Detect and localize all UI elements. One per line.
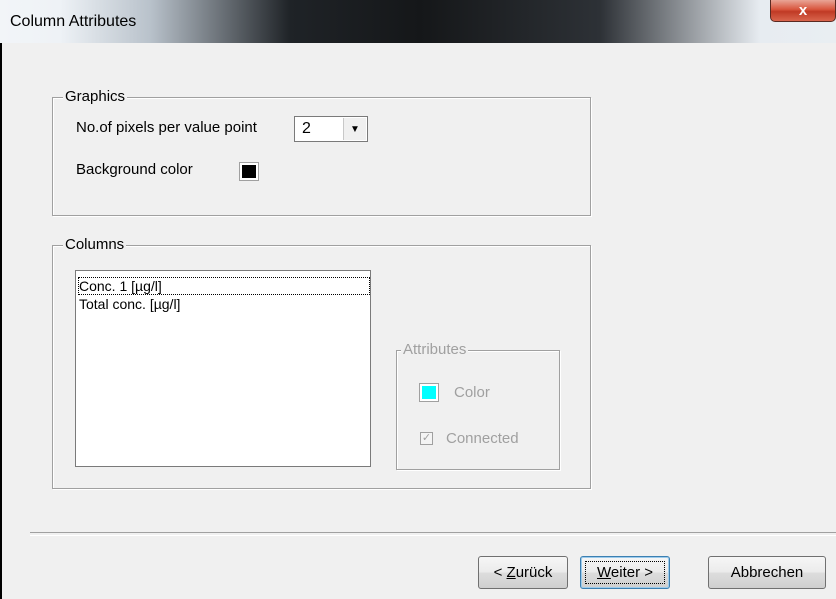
graphics-group: Graphics [52,88,591,216]
attributes-group-label: Attributes [401,341,469,358]
focus-ring [585,561,665,584]
back-button[interactable]: < Zurück [478,556,568,589]
column-color-button[interactable] [419,383,439,402]
chevron-down-icon[interactable]: ▼ [343,118,366,140]
list-item[interactable]: Conc. 1 [µg/l] [78,277,370,295]
title-bar: Column Attributes x [0,0,836,43]
column-color-label: Color [454,384,490,401]
cancel-button-label: Abbrechen [730,564,804,581]
graphics-group-label: Graphics [63,88,128,105]
background-color-button[interactable] [239,162,259,181]
back-button-label: < Zurück [493,564,553,581]
footer-separator [30,532,836,536]
columns-listbox[interactable]: Conc. 1 [µg/l] Total conc. [µg/l] [75,270,371,467]
columns-group-label: Columns [63,236,127,253]
connected-label: Connected [446,430,519,447]
cancel-button[interactable]: Abbrechen [708,556,826,589]
close-button[interactable]: x [770,0,836,22]
window-border [0,43,2,599]
list-item[interactable]: Total conc. [µg/l] [79,296,180,312]
attributes-group: Attributes [396,341,560,470]
connected-checkbox[interactable]: ✓ [420,432,433,445]
next-button[interactable]: Weiter > [580,556,670,589]
window-title: Column Attributes [10,13,137,30]
background-color-label: Background color [76,161,193,178]
pixels-per-value-label: No.of pixels per value point [76,119,257,136]
close-icon: x [798,2,808,19]
pixels-per-value-select[interactable]: 2 ▼ [294,116,368,142]
pixels-per-value-value: 2 [302,120,311,137]
